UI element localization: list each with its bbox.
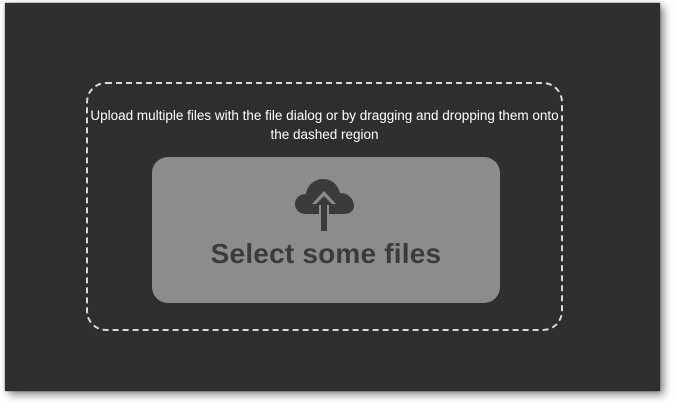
cloud-upload-icon [295, 179, 354, 231]
file-drop-zone[interactable]: Upload multiple files with the file dial… [86, 82, 563, 331]
select-files-label: Select some files [210, 238, 442, 269]
upload-window: Upload multiple files with the file dial… [5, 3, 660, 391]
upload-instructions: Upload multiple files with the file dial… [90, 108, 559, 142]
select-files-button[interactable]: Select some files [152, 157, 500, 303]
